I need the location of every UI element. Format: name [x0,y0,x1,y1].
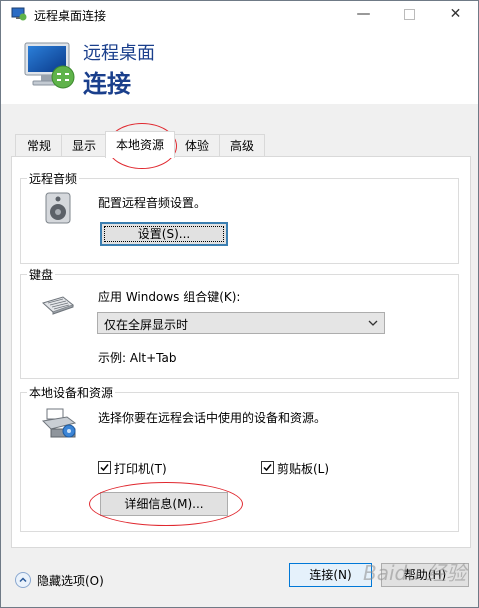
printer-checkbox[interactable] [98,461,111,474]
connect-button[interactable]: 连接(N) [289,563,372,587]
remote-desktop-app-icon [11,7,27,21]
header-banner: 远程桌面 连接 [1,29,478,104]
baidu-watermark: Baidu 经验 [363,561,467,585]
close-button[interactable]: ✕ [433,1,478,29]
keyboard-combo-value: 仅在全屏显示时 [104,318,189,332]
collapse-arrow-icon [15,572,31,588]
maximize-button [387,1,432,29]
checkmark-icon [100,464,109,472]
keyboard-example: 示例: Alt+Tab [98,351,177,365]
keyboard-combo-select[interactable]: 仅在全屏显示时 [97,312,385,334]
keyboard-icon [42,296,75,315]
devices-description: 选择你要在远程会话中使用的设备和资源。 [98,411,327,425]
header-title-line2: 连接 [83,70,131,98]
clipboard-checkbox[interactable] [261,461,274,474]
minimize-button[interactable]: — [341,1,386,29]
tab-display[interactable]: 显示 [61,134,107,157]
chevron-down-icon [368,320,378,326]
audio-description: 配置远程音频设置。 [98,196,207,210]
keyboard-group-label: 键盘 [27,266,56,283]
close-icon: ✕ [449,6,462,22]
monitor-icon [24,42,75,89]
remote-audio-group-label: 远程音频 [27,170,80,187]
focus-rectangle [104,226,224,242]
maximize-icon [404,9,415,20]
printer-label[interactable]: 打印机(T) [114,460,167,477]
tab-local-resources[interactable]: 本地资源 [105,131,175,158]
tab-general[interactable]: 常规 [15,134,63,157]
remote-desktop-window: 远程桌面连接 — ✕ 远程桌面 连接 常规 显示 本地资源 体验 高级 远程音频 [0,0,479,608]
minimize-icon: — [356,6,371,22]
clipboard-label[interactable]: 剪贴板(L) [277,460,329,477]
keyboard-description: 应用 Windows 组合键(K): [98,290,241,304]
window-title: 远程桌面连接 [34,9,107,23]
audio-settings-button[interactable]: 设置(S)... [100,222,228,246]
speaker-icon [45,192,71,224]
title-bar[interactable]: 远程桌面连接 — ✕ [1,1,478,29]
tab-advanced[interactable]: 高级 [219,134,265,157]
local-devices-group-label: 本地设备和资源 [27,384,116,401]
devices-icon [41,408,77,438]
annotation-circle-details [89,482,243,526]
connect-button-label: 连接(N) [309,568,352,582]
tab-experience[interactable]: 体验 [173,134,221,157]
checkmark-icon [263,464,272,472]
header-title-line1: 远程桌面 [83,43,155,64]
hide-options-label: 隐藏选项(O) [37,574,104,588]
remote-audio-group [20,178,459,264]
